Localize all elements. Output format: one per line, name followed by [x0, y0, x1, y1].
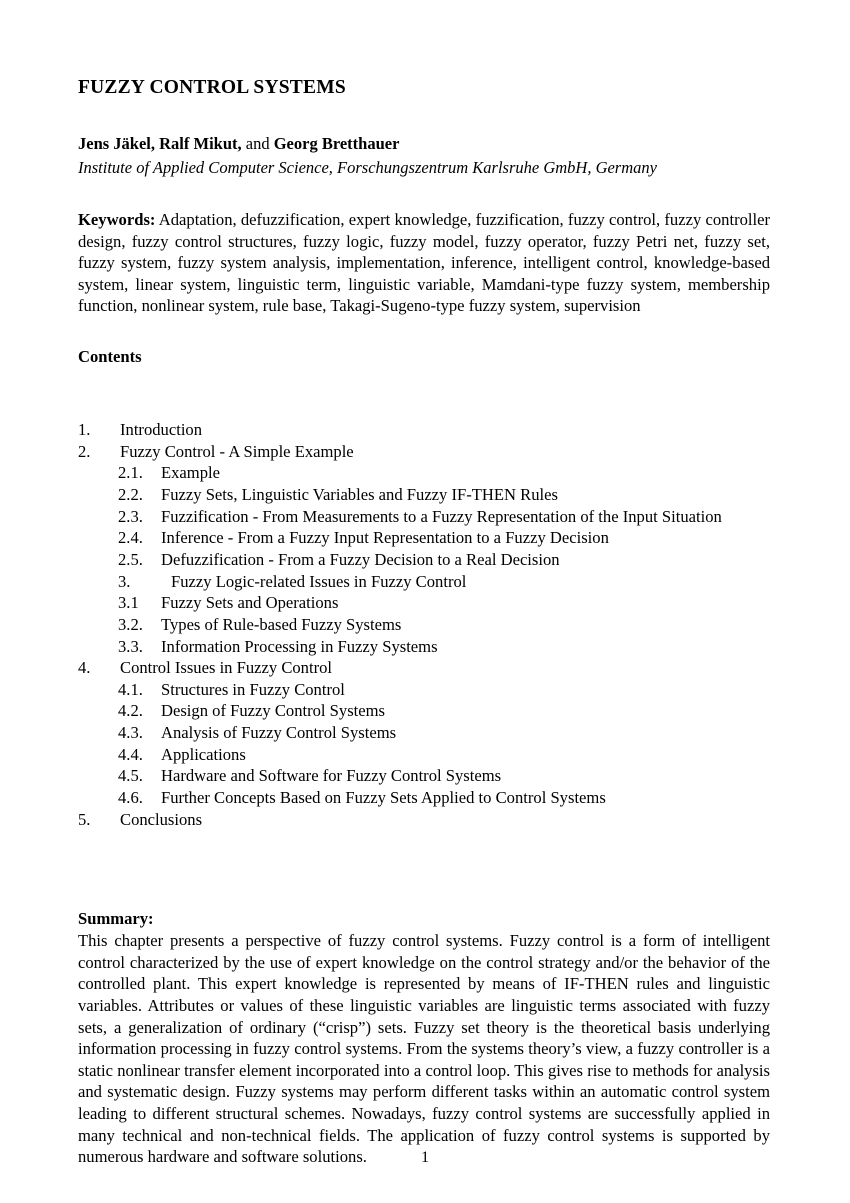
toc-entry-number: 2.2.	[118, 485, 143, 505]
toc-entry[interactable]: 4.4. Applications	[78, 744, 770, 766]
toc-entry-number: 4.	[78, 658, 91, 678]
summary-section: Summary: This chapter presents a perspec…	[78, 908, 770, 1168]
table-of-contents: 1. Introduction 2. Fuzzy Control - A Simple…	[78, 419, 770, 830]
page-title: FUZZY CONTROL SYSTEMS	[78, 77, 346, 98]
toc-entry[interactable]: 4. Control Issues in Fuzzy Control	[78, 657, 770, 679]
toc-entry-number: 4.1.	[118, 679, 143, 699]
toc-entry[interactable]: 3.1 Fuzzy Sets and Operations	[78, 592, 770, 614]
toc-entry[interactable]: 2. Fuzzy Control - A Simple Example	[78, 441, 770, 463]
author-names-primary: Jens Jäkel, Ralf Mikut,	[78, 134, 242, 154]
toc-entry-label: Analysis of Fuzzy Control Systems	[161, 723, 397, 743]
toc-entry[interactable]: 5. Conclusions	[78, 809, 770, 831]
toc-entry-label: Information Processing in Fuzzy Systems	[161, 636, 438, 656]
toc-entry-label: Introduction	[120, 420, 203, 440]
toc-entry-number: 3.	[118, 571, 131, 591]
toc-entry-label: Defuzzification - From a Fuzzy Decision …	[161, 549, 560, 569]
document-page: FUZZY CONTROL SYSTEMS Jens Jäkel, Ralf M…	[0, 0, 850, 1203]
page-number: 1	[420, 1148, 430, 1166]
toc-entry-number: 4.3.	[118, 723, 143, 743]
toc-entry[interactable]: 3.2. Types of Rule-based Fuzzy Systems	[78, 614, 770, 636]
toc-entry[interactable]: 1. Introduction	[78, 419, 770, 441]
toc-entry-number: 1.	[78, 420, 91, 440]
keywords-text: Adaptation, defuzzification, expert know…	[78, 209, 770, 316]
toc-entry[interactable]: 4.5. Hardware and Software for Fuzzy Cont…	[78, 765, 770, 787]
toc-entry-number: 3.3.	[118, 636, 143, 656]
toc-entry-label: Control Issues in Fuzzy Control	[120, 658, 333, 678]
toc-entry-label: Fuzzy Sets, Linguistic Variables and Fuz…	[161, 485, 558, 505]
toc-entry-label: Further Concepts Based on Fuzzy Sets App…	[161, 788, 606, 808]
toc-entry-number: 2.3.	[118, 506, 143, 526]
toc-entry-number: 4.5.	[118, 766, 143, 786]
summary-label: Summary:	[78, 909, 154, 929]
toc-entry[interactable]: 2.3. Fuzzification - From Measurements to…	[78, 506, 770, 528]
toc-entry[interactable]: 3.3. Information Processing in Fuzzy Syst…	[78, 636, 770, 658]
toc-entry-label: Design of Fuzzy Control Systems	[161, 701, 386, 721]
page-content: FUZZY CONTROL SYSTEMS Jens Jäkel, Ralf M…	[78, 76, 770, 1168]
toc-entry[interactable]: 2.4. Inference - From a Fuzzy Input Repre…	[78, 527, 770, 549]
toc-entry-label: Conclusions	[120, 809, 203, 829]
toc-entry-label: Fuzzification - From Measurements to a F…	[161, 506, 722, 526]
toc-entry[interactable]: 4.3. Analysis of Fuzzy Control Systems	[78, 722, 770, 744]
toc-entry-label: Types of Rule-based Fuzzy Systems	[161, 614, 402, 634]
toc-entry-number: 4.4.	[118, 744, 143, 764]
toc-entry-number: 4.2.	[118, 701, 143, 721]
toc-entry-label: Example	[161, 463, 220, 483]
toc-entry-number: 2.	[78, 441, 91, 461]
toc-entry[interactable]: 4.6. Further Concepts Based on Fuzzy Sets…	[78, 787, 770, 809]
toc-entry-number: 3.1	[118, 593, 139, 613]
toc-entry[interactable]: 2.2. Fuzzy Sets, Linguistic Variables and…	[78, 484, 770, 506]
contents-heading: Contents	[78, 347, 142, 367]
affiliation: Institute of Applied Computer Science, F…	[78, 157, 657, 177]
toc-entry[interactable]: 4.2. Design of Fuzzy Control Systems	[78, 700, 770, 722]
toc-entry-label: Hardware and Software for Fuzzy Control …	[161, 766, 502, 786]
toc-entry[interactable]: 2.5. Defuzzification - From a Fuzzy Decis…	[78, 549, 770, 571]
author-conjunction: and	[241, 134, 274, 154]
keywords-paragraph: Keywords: Adaptation, defuzzification, e…	[78, 209, 770, 317]
toc-entry-number: 5.	[78, 809, 91, 829]
toc-entry-number: 2.4.	[118, 528, 143, 548]
toc-entry-number: 2.5.	[118, 549, 143, 569]
toc-entry-number: 3.2.	[118, 614, 143, 634]
toc-entry[interactable]: 2.1. Example	[78, 462, 770, 484]
toc-entry-label: Applications	[161, 744, 246, 764]
keywords-label: Keywords:	[78, 209, 156, 229]
toc-entry[interactable]: 3. Fuzzy Logic-related Issues in Fuzzy Co…	[78, 571, 770, 593]
summary-text: This chapter presents a perspective of f…	[78, 930, 770, 1167]
author-names: Jens Jäkel, Ralf Mikut, and Georg Bretth…	[78, 133, 770, 155]
toc-entry-label: Inference - From a Fuzzy Input Represent…	[161, 528, 609, 548]
toc-entry-label: Fuzzy Control - A Simple Example	[120, 441, 354, 461]
toc-entry-number: 2.1.	[118, 463, 143, 483]
author-block: Jens Jäkel, Ralf Mikut, and Georg Bretth…	[78, 133, 770, 179]
toc-entry-label: Fuzzy Logic-related Issues in Fuzzy Cont…	[171, 571, 467, 591]
toc-entry-label: Structures in Fuzzy Control	[161, 679, 345, 699]
toc-entry-label: Fuzzy Sets and Operations	[161, 593, 339, 613]
toc-entry-number: 4.6.	[118, 788, 143, 808]
toc-entry[interactable]: 4.1. Structures in Fuzzy Control	[78, 679, 770, 701]
author-name-last: Georg Bretthauer	[273, 134, 400, 154]
